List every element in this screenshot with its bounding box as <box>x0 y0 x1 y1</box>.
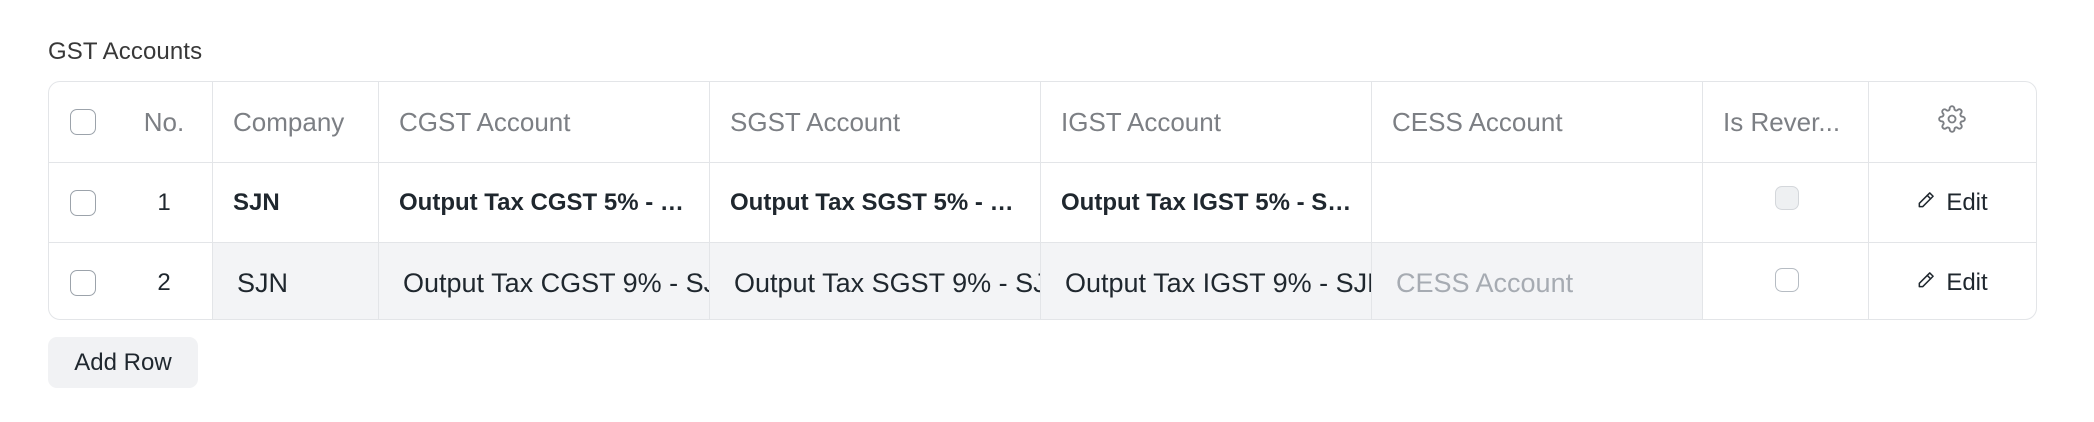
header-sgst-account: SGST Account <box>710 82 1041 162</box>
edit-cell: Edit <box>1869 243 2035 319</box>
row-select-checkbox[interactable] <box>69 270 96 296</box>
cgst-account-value: Output Tax CGST 5% - SJN <box>399 189 707 216</box>
row-number-value: 2 <box>157 269 171 296</box>
sgst-account-cell[interactable]: Output Tax SGST 5% - SJN <box>710 163 1041 243</box>
cgst-account-field[interactable]: Output Tax CGST 9% - SJN <box>379 243 710 319</box>
igst-account-input-value: Output Tax IGST 9% - SJN <box>1065 267 1371 298</box>
column-settings-cell <box>1869 82 2035 162</box>
company-cell[interactable]: SJN <box>213 163 379 243</box>
cess-account-cell[interactable] <box>1372 163 1703 243</box>
is-reverse-checkbox[interactable] <box>1775 186 1799 210</box>
igst-account-cell[interactable]: Output Tax IGST 5% - SJN <box>1041 163 1372 243</box>
edit-label: Edit <box>1946 269 1988 296</box>
select-all-checkbox[interactable] <box>69 109 96 135</box>
cgst-account-cell[interactable]: Output Tax CGST 5% - SJN <box>379 163 710 243</box>
company-value: SJN <box>233 189 280 216</box>
sgst-account-value: Output Tax SGST 5% - SJN <box>730 189 1037 216</box>
header-company: Company <box>213 82 379 162</box>
cess-account-placeholder: CESS Account <box>1396 267 1574 298</box>
cess-account-field[interactable]: CESS Account <box>1372 243 1703 319</box>
header-cess-account: CESS Account <box>1372 82 1703 162</box>
gst-accounts-table: No. Company CGST Account SGST Account IG… <box>48 81 2037 320</box>
header-is-reverse: Is Rever... <box>1703 82 1869 162</box>
table-header-row: No. Company CGST Account SGST Account IG… <box>49 82 2036 162</box>
table-row[interactable]: 1 SJN Output Tax CGST 5% - SJN Output Ta… <box>49 162 2036 243</box>
company-input-value: SJN <box>237 267 289 298</box>
row-number: 1 <box>116 163 213 243</box>
igst-account-field[interactable]: Output Tax IGST 9% - SJN <box>1041 243 1372 319</box>
edit-cell: Edit <box>1869 163 2035 243</box>
pencil-icon <box>1916 189 1936 217</box>
row-select-checkbox[interactable] <box>69 190 96 216</box>
pencil-icon <box>1916 269 1936 297</box>
row-select-cell <box>49 163 116 243</box>
table-row[interactable]: 2 SJN Output Tax CGST 9% - SJN Output Ta… <box>49 242 2036 319</box>
gst-accounts-section: GST Accounts No. Company CGST Account SG… <box>0 0 2094 422</box>
sgst-account-field[interactable]: Output Tax SGST 9% - SJN <box>710 243 1041 319</box>
row-select-cell <box>49 243 116 319</box>
row-number: 2 <box>116 243 213 319</box>
edit-button[interactable]: Edit <box>1916 269 1988 297</box>
cgst-account-input-value: Output Tax CGST 9% - SJN <box>403 267 709 298</box>
igst-account-value: Output Tax IGST 5% - SJN <box>1061 189 1358 216</box>
select-all-cell <box>49 82 116 162</box>
sgst-account-input-value: Output Tax SGST 9% - SJN <box>734 267 1040 298</box>
header-cgst-account: CGST Account <box>379 82 710 162</box>
company-field[interactable]: SJN <box>213 243 379 319</box>
is-reverse-checkbox[interactable] <box>1775 268 1799 292</box>
section-label: GST Accounts <box>48 38 203 65</box>
edit-button[interactable]: Edit <box>1916 189 1988 217</box>
is-reverse-cell <box>1703 163 1869 243</box>
add-row-button[interactable]: Add Row <box>48 337 198 388</box>
header-igst-account: IGST Account <box>1041 82 1372 162</box>
gear-icon[interactable] <box>1938 104 1966 140</box>
edit-label: Edit <box>1946 189 1988 216</box>
row-number-value: 1 <box>157 189 171 216</box>
header-no: No. <box>116 82 213 162</box>
is-reverse-cell <box>1703 243 1869 319</box>
